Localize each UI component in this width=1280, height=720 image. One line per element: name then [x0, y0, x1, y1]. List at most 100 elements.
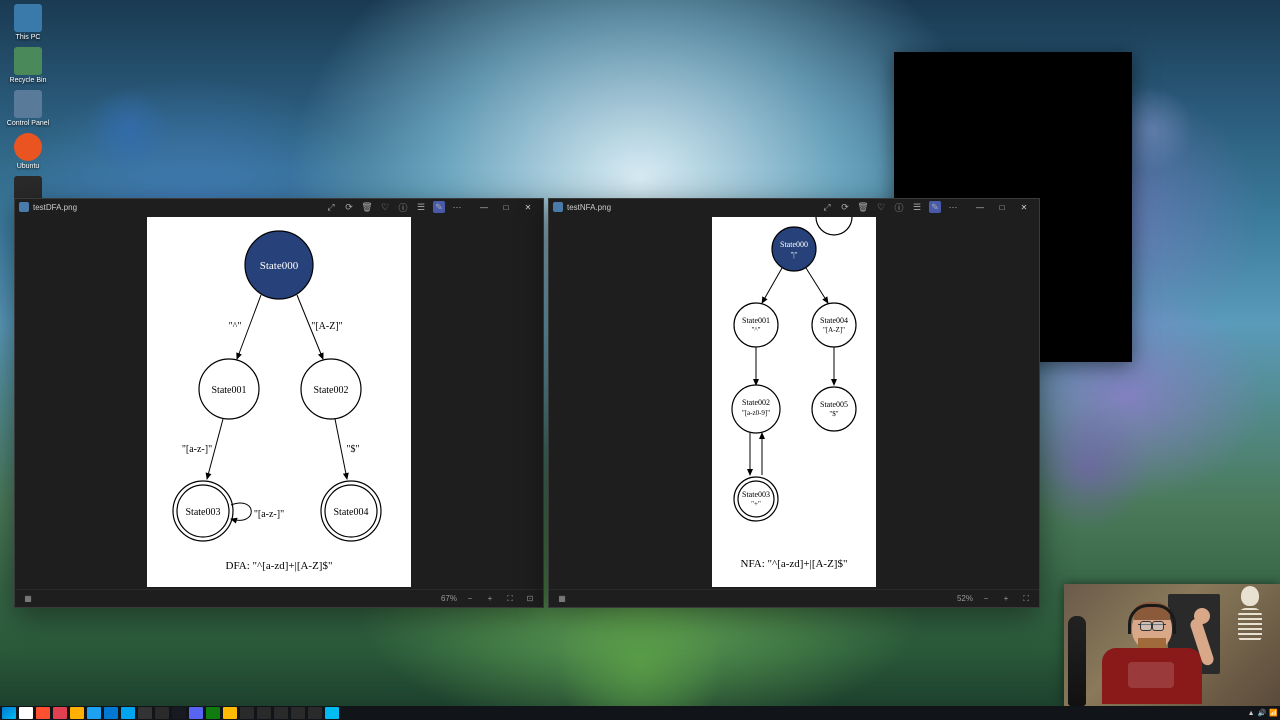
taskbar-item-17[interactable] [308, 707, 322, 719]
svg-text:"$": "$" [829, 410, 838, 418]
actual-icon[interactable]: ⊡ [523, 592, 537, 606]
zoom-icon[interactable]: ⤢ [821, 201, 833, 213]
statusbar-right: ▦ 52% − + ⛶ [549, 589, 1039, 607]
svg-text:"[a-z0-9]": "[a-z0-9]" [742, 409, 770, 417]
zoom-level-right: 52% [957, 594, 973, 603]
canvas-left[interactable]: State000 "^" "[A-Z]" State001 State002 "… [15, 215, 543, 589]
zoom-in-icon[interactable]: + [483, 592, 497, 606]
svg-text:State004: State004 [820, 316, 848, 325]
canvas-right[interactable]: State000 "|" State001 "^" State004 "[A-Z… [549, 215, 1039, 589]
maximize-button[interactable]: □ [991, 200, 1013, 214]
svg-text:"$": "$" [346, 444, 359, 455]
filename-left: testDFA.png [33, 203, 77, 212]
image-viewer-left: testDFA.png ⤢ ⟳ 🗑 ♡ ⓘ ☰ ✎ ⋯ ― □ ✕ State0… [14, 198, 544, 608]
svg-text:State002: State002 [742, 398, 770, 407]
more-icon[interactable]: ⋯ [947, 201, 959, 213]
info-icon[interactable]: ⓘ [893, 201, 905, 213]
diagram-nfa: State000 "|" State001 "^" State004 "[A-Z… [712, 217, 876, 587]
titlebar-left[interactable]: testDFA.png ⤢ ⟳ 🗑 ♡ ⓘ ☰ ✎ ⋯ ― □ ✕ [15, 199, 543, 215]
toolbar-right: ⤢ ⟳ 🗑 ♡ ⓘ ☰ ✎ ⋯ [821, 201, 959, 213]
taskbar-item-4[interactable] [87, 707, 101, 719]
svg-text:"[a-z-]": "[a-z-]" [254, 509, 284, 520]
svg-text:State000: State000 [780, 240, 808, 249]
close-button[interactable]: ✕ [517, 200, 539, 214]
close-button[interactable]: ✕ [1013, 200, 1035, 214]
svg-text:State003: State003 [742, 490, 770, 499]
crop-icon[interactable]: ☰ [415, 201, 427, 213]
app-icon [19, 202, 29, 212]
gallery-icon[interactable]: ▦ [21, 592, 35, 606]
svg-text:"^": "^" [752, 326, 761, 334]
svg-text:"[A-Z]": "[A-Z]" [311, 321, 342, 332]
filename-right: testNFA.png [567, 203, 611, 212]
svg-text:State002: State002 [314, 385, 349, 396]
taskbar-item-11[interactable] [206, 707, 220, 719]
gallery-icon[interactable]: ▦ [555, 592, 569, 606]
svg-text:"^": "^" [229, 321, 242, 332]
svg-text:State005: State005 [820, 400, 848, 409]
taskbar-item-9[interactable] [172, 707, 186, 719]
svg-text:DFA: "^[a-zd]+|[A-Z]$": DFA: "^[a-zd]+|[A-Z]$" [226, 560, 333, 572]
svg-text:NFA: "^[a-zd]+|[A-Z]$": NFA: "^[a-zd]+|[A-Z]$" [741, 558, 848, 570]
svg-text:"+": "+" [751, 500, 761, 508]
svg-text:State000: State000 [260, 260, 299, 272]
taskbar-item-18[interactable] [325, 707, 339, 719]
app-icon [553, 202, 563, 212]
rotate-icon[interactable]: ⟳ [343, 201, 355, 213]
diagram-dfa: State000 "^" "[A-Z]" State001 State002 "… [147, 217, 411, 587]
zoom-out-icon[interactable]: − [463, 592, 477, 606]
zoom-icon[interactable]: ⤢ [325, 201, 337, 213]
taskbar-item-0[interactable] [19, 707, 33, 719]
start-button[interactable] [2, 707, 16, 719]
desktop-icon-ubuntu[interactable]: Ubuntu [4, 133, 52, 170]
taskbar-item-8[interactable] [155, 707, 169, 719]
taskbar-item-15[interactable] [274, 707, 288, 719]
taskbar-item-16[interactable] [291, 707, 305, 719]
svg-text:State003: State003 [186, 507, 221, 518]
taskbar-item-6[interactable] [121, 707, 135, 719]
toolbar-left: ⤢ ⟳ 🗑 ♡ ⓘ ☰ ✎ ⋯ [325, 201, 463, 213]
taskbar-item-10[interactable] [189, 707, 203, 719]
taskbar-item-1[interactable] [36, 707, 50, 719]
system-tray[interactable]: ▲🔊📶 [1248, 709, 1278, 717]
statusbar-left: ▦ 67% − + ⛶ ⊡ [15, 589, 543, 607]
titlebar-right[interactable]: testNFA.png ⤢ ⟳ 🗑 ♡ ⓘ ☰ ✎ ⋯ ― □ ✕ [549, 199, 1039, 215]
minimize-button[interactable]: ― [969, 200, 991, 214]
svg-text:State001: State001 [742, 316, 770, 325]
fit-icon[interactable]: ⛶ [503, 592, 517, 606]
desktop-icon-recycle[interactable]: Recycle Bin [4, 47, 52, 84]
edit-icon[interactable]: ✎ [929, 201, 941, 213]
svg-text:"|": "|" [790, 251, 797, 259]
desktop-icon-control[interactable]: Control Panel [4, 90, 52, 127]
minimize-button[interactable]: ― [473, 200, 495, 214]
taskbar-item-5[interactable] [104, 707, 118, 719]
taskbar-item-12[interactable] [223, 707, 237, 719]
maximize-button[interactable]: □ [495, 200, 517, 214]
taskbar-item-13[interactable] [240, 707, 254, 719]
favorite-icon[interactable]: ♡ [379, 201, 391, 213]
zoom-in-icon[interactable]: + [999, 592, 1013, 606]
svg-text:"[A-Z]": "[A-Z]" [823, 326, 845, 334]
delete-icon[interactable]: 🗑 [361, 201, 373, 213]
taskbar-item-14[interactable] [257, 707, 271, 719]
fit-icon[interactable]: ⛶ [1019, 592, 1033, 606]
crop-icon[interactable]: ☰ [911, 201, 923, 213]
svg-text:"[a-z-]": "[a-z-]" [182, 444, 212, 455]
info-icon[interactable]: ⓘ [397, 201, 409, 213]
webcam-overlay [1064, 584, 1280, 706]
image-viewer-right: testNFA.png ⤢ ⟳ 🗑 ♡ ⓘ ☰ ✎ ⋯ ― □ ✕ State0… [548, 198, 1040, 608]
favorite-icon[interactable]: ♡ [875, 201, 887, 213]
rotate-icon[interactable]: ⟳ [839, 201, 851, 213]
taskbar[interactable]: ▲🔊📶 [0, 706, 1280, 720]
taskbar-item-3[interactable] [70, 707, 84, 719]
taskbar-item-2[interactable] [53, 707, 67, 719]
delete-icon[interactable]: 🗑 [857, 201, 869, 213]
zoom-out-icon[interactable]: − [979, 592, 993, 606]
svg-text:State001: State001 [212, 385, 247, 396]
desktop-icon-thispc[interactable]: This PC [4, 4, 52, 41]
svg-text:State004: State004 [334, 507, 369, 518]
taskbar-item-7[interactable] [138, 707, 152, 719]
more-icon[interactable]: ⋯ [451, 201, 463, 213]
edit-icon[interactable]: ✎ [433, 201, 445, 213]
zoom-level-left: 67% [441, 594, 457, 603]
